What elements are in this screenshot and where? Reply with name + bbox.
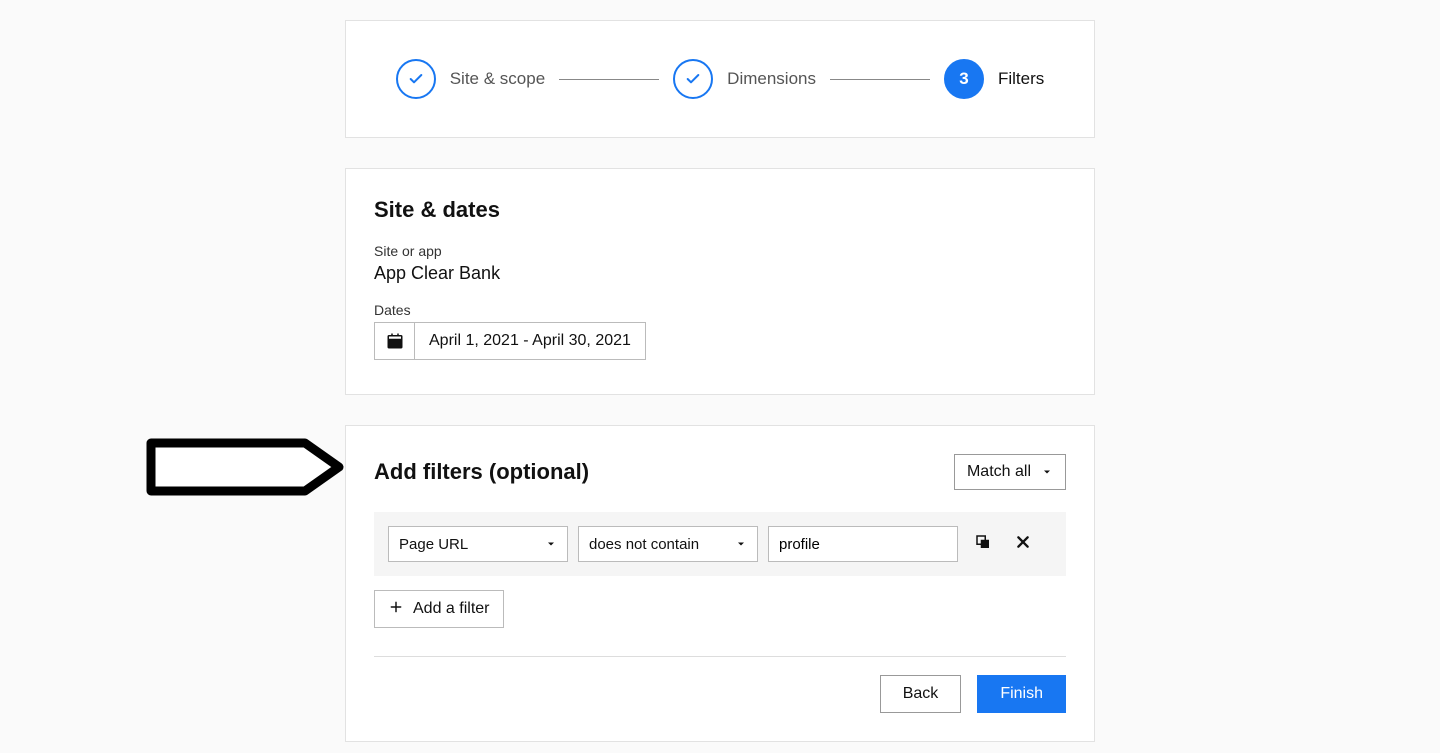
date-range-value: April 1, 2021 - April 30, 2021 bbox=[415, 323, 645, 359]
site-label: Site or app bbox=[374, 243, 1066, 259]
back-button[interactable]: Back bbox=[880, 675, 962, 713]
plus-icon bbox=[389, 600, 403, 619]
step-site-scope: Site & scope bbox=[396, 59, 545, 99]
divider bbox=[374, 656, 1066, 657]
footer-actions: Back Finish bbox=[374, 675, 1066, 713]
site-dates-card: Site & dates Site or app App Clear Bank … bbox=[345, 168, 1095, 395]
calendar-icon bbox=[375, 323, 415, 359]
chevron-down-icon bbox=[1041, 466, 1053, 478]
step-connector bbox=[830, 79, 930, 80]
remove-filter-button[interactable] bbox=[1008, 529, 1038, 559]
dates-label: Dates bbox=[374, 302, 1066, 318]
filters-heading: Add filters (optional) bbox=[374, 459, 589, 485]
filter-field-select[interactable]: Page URL bbox=[388, 526, 568, 562]
copy-icon bbox=[974, 533, 992, 555]
annotation-arrow-icon bbox=[145, 437, 345, 497]
step-connector bbox=[559, 79, 659, 80]
close-icon bbox=[1015, 534, 1031, 554]
site-dates-heading: Site & dates bbox=[374, 197, 1066, 223]
finish-button[interactable]: Finish bbox=[977, 675, 1066, 713]
filter-field-value: Page URL bbox=[399, 536, 468, 553]
step-done-icon bbox=[396, 59, 436, 99]
step-dimensions: Dimensions bbox=[673, 59, 816, 99]
add-filter-label: Add a filter bbox=[413, 600, 489, 618]
filter-operator-select[interactable]: does not contain bbox=[578, 526, 758, 562]
step-done-icon bbox=[673, 59, 713, 99]
date-range-picker[interactable]: April 1, 2021 - April 30, 2021 bbox=[374, 322, 646, 360]
stepper: Site & scope Dimensions 3 Filters bbox=[376, 59, 1064, 99]
step-filters: 3 Filters bbox=[944, 59, 1044, 99]
filter-operator-value: does not contain bbox=[589, 536, 699, 553]
add-filter-button[interactable]: Add a filter bbox=[374, 590, 504, 628]
filters-card: Add filters (optional) Match all Page UR… bbox=[345, 425, 1095, 742]
stepper-card: Site & scope Dimensions 3 Filters bbox=[345, 20, 1095, 138]
chevron-down-icon bbox=[545, 538, 557, 550]
step-label: Site & scope bbox=[450, 69, 545, 89]
step-active-number: 3 bbox=[944, 59, 984, 99]
match-mode-select[interactable]: Match all bbox=[954, 454, 1066, 490]
duplicate-filter-button[interactable] bbox=[968, 529, 998, 559]
step-label: Dimensions bbox=[727, 69, 816, 89]
site-value: App Clear Bank bbox=[374, 263, 1066, 284]
filter-value-input[interactable] bbox=[768, 526, 958, 562]
chevron-down-icon bbox=[735, 538, 747, 550]
step-label: Filters bbox=[998, 69, 1044, 89]
filter-row: Page URL does not contain bbox=[374, 512, 1066, 576]
match-mode-label: Match all bbox=[967, 463, 1031, 481]
